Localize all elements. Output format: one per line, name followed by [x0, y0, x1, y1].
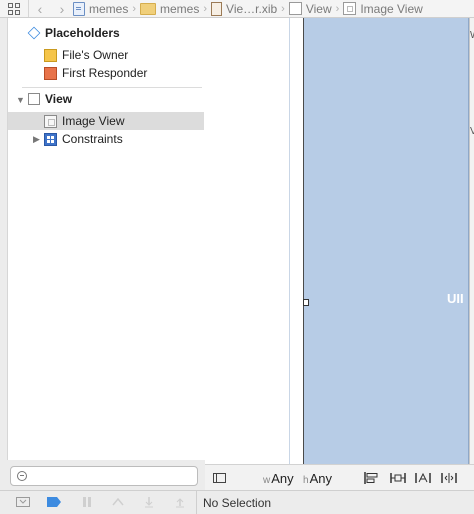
status-divider: [196, 491, 197, 514]
guide-line: [289, 18, 290, 464]
related-items-grid-icon[interactable]: [0, 0, 29, 17]
first-responder-cube-icon: [44, 66, 57, 80]
document-outline: Placeholders File's Owner First Responde…: [7, 18, 206, 460]
breadcrumb-label: Image View: [360, 1, 423, 16]
outline-item-label: First Responder: [62, 66, 148, 80]
resizing-behavior-icon[interactable]: [441, 472, 457, 484]
breadcrumb-view[interactable]: View: [288, 1, 332, 16]
outline-divider: [22, 87, 202, 88]
outline-item-placeholders[interactable]: Placeholders: [27, 24, 204, 42]
disclosure-expanded-icon[interactable]: ▼: [16, 95, 25, 105]
size-class-width[interactable]: w Any: [263, 471, 294, 486]
breadcrumb-separator-icon: ›: [335, 2, 340, 15]
breadcrumb-label: View: [305, 1, 332, 16]
outline-item-constraints[interactable]: Constraints: [44, 130, 204, 148]
filter-icon: [17, 471, 27, 481]
image-view-icon: [44, 114, 57, 128]
canvas-partial-label: UII: [447, 291, 464, 306]
files-owner-cube-icon: [44, 48, 57, 62]
selection-status: No Selection: [203, 496, 272, 510]
back-chevron-icon[interactable]: ‹: [29, 0, 51, 17]
view-icon: [288, 2, 302, 15]
outline-item-label: File's Owner: [62, 48, 129, 62]
adjacent-panel-edge-label: W: [470, 30, 474, 41]
resize-handle[interactable]: [303, 299, 309, 306]
disclosure-collapsed-icon[interactable]: ▶: [33, 134, 40, 145]
size-class-height-prefix: h: [303, 475, 309, 486]
breadcrumb-group[interactable]: memes: [140, 2, 199, 16]
image-view-icon: [343, 2, 357, 15]
pause-icon[interactable]: [80, 497, 94, 507]
breadcrumb-separator-icon: ›: [203, 2, 208, 15]
document-outline-toggle-icon[interactable]: [213, 473, 226, 483]
breadcrumb-separator-icon: ›: [281, 2, 285, 15]
breadcrumb-label: memes: [160, 1, 200, 16]
forward-chevron-icon[interactable]: ›: [51, 0, 73, 17]
size-class-height-value: Any: [309, 471, 332, 486]
outline-item-label: View: [45, 92, 73, 106]
outline-item-label: Image View: [62, 114, 125, 128]
step-into-icon[interactable]: [142, 496, 156, 507]
resolve-auto-layout-icon[interactable]: [415, 472, 431, 484]
size-class-width-value: Any: [271, 471, 294, 486]
breadcrumb-image-view[interactable]: Image View: [343, 1, 423, 16]
breadcrumb-label: Vie…r.xib: [226, 1, 278, 16]
project-file-icon: [73, 1, 85, 16]
breadcrumb-separator-icon: ›: [132, 2, 137, 15]
placeholder-cube-icon: [27, 26, 41, 40]
outline-item-image-view[interactable]: Image View: [8, 112, 204, 130]
breadcrumb-xib[interactable]: Vie…r.xib: [211, 1, 278, 16]
canvas-bottom-bar: w Any h Any: [205, 464, 474, 490]
outline-item-files-owner[interactable]: File's Owner: [44, 46, 204, 64]
size-class-height[interactable]: h Any: [303, 471, 332, 486]
constraints-icon: [44, 132, 57, 146]
outline-item-view[interactable]: View: [28, 90, 204, 108]
interface-builder-canvas[interactable]: UII W V: [205, 18, 474, 464]
outline-item-label: Constraints: [62, 132, 123, 146]
hide-debug-area-icon[interactable]: [16, 497, 30, 507]
outline-item-first-responder[interactable]: First Responder: [44, 64, 204, 82]
outline-item-label: Placeholders: [45, 26, 120, 40]
outline-filter-input[interactable]: [31, 468, 197, 484]
breakpoints-icon[interactable]: [47, 497, 61, 507]
adjacent-panel-edge-label: V: [470, 126, 474, 137]
debug-bar: No Selection: [0, 490, 474, 514]
align-icon[interactable]: [364, 472, 380, 484]
step-over-icon[interactable]: [111, 497, 125, 507]
view-icon: [28, 93, 40, 105]
step-out-icon[interactable]: [173, 497, 187, 507]
xib-file-icon: [211, 1, 223, 16]
outline-filter-field[interactable]: [10, 466, 198, 486]
breadcrumb-label: memes: [89, 1, 129, 16]
pin-icon[interactable]: [390, 472, 406, 484]
size-class-width-prefix: w: [263, 475, 271, 486]
folder-icon: [140, 2, 157, 15]
adjacent-panel-edge: [469, 18, 474, 464]
selected-view-frame[interactable]: [303, 18, 469, 464]
jump-bar: ‹ › memes › memes › Vie…r.xib › View › I…: [0, 0, 474, 18]
breadcrumb-project[interactable]: memes: [73, 1, 129, 16]
